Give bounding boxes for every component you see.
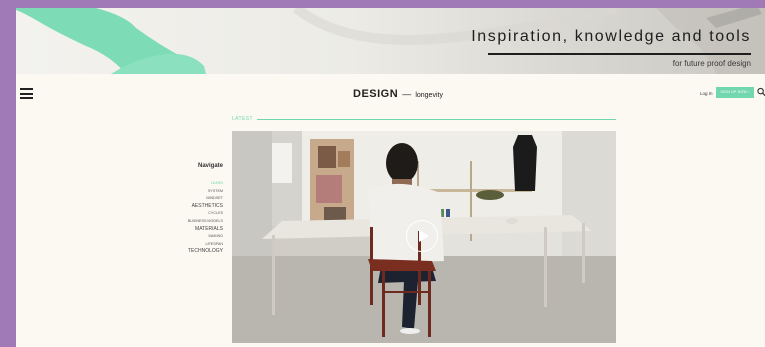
play-icon[interactable] bbox=[406, 220, 438, 252]
site-logo[interactable]: DESIGN — longevity bbox=[353, 88, 443, 100]
login-link[interactable]: Log In bbox=[700, 91, 713, 96]
nav-item-materials[interactable]: MATERIALS bbox=[136, 226, 223, 234]
nav-item-technology[interactable]: TECHNOLOGY bbox=[136, 248, 223, 256]
banner-title: Inspiration, knowledge and tools bbox=[471, 28, 751, 45]
hero-banner: Inspiration, knowledge and tools for fut… bbox=[16, 8, 765, 74]
latest-heading: LATEST bbox=[232, 116, 253, 122]
search-icon[interactable] bbox=[757, 87, 765, 97]
nav-item-system[interactable]: SYSTEM bbox=[136, 188, 223, 196]
nav-item-aesthetics[interactable]: AESTHETICS bbox=[136, 203, 223, 211]
nav-item-lifespan[interactable]: LIFESPAN bbox=[136, 241, 223, 249]
logo-sub-text: longevity bbox=[415, 92, 443, 99]
featured-video[interactable] bbox=[232, 131, 616, 343]
signup-button[interactable]: SIGN UP NOW › bbox=[716, 87, 754, 98]
nav-item-cycles[interactable]: CYCLES bbox=[136, 210, 223, 218]
latest-divider bbox=[257, 119, 616, 120]
site-header: DESIGN — longevity Log In SIGN UP NOW › bbox=[16, 74, 765, 114]
banner-subtitle: for future proof design bbox=[672, 59, 751, 68]
nav-item-business-models[interactable]: BUSINESS MODELS bbox=[136, 218, 223, 226]
navigate-title: Navigate bbox=[197, 163, 223, 169]
hamburger-icon[interactable] bbox=[20, 88, 33, 99]
nav-item-making[interactable]: MAKING bbox=[136, 233, 223, 241]
banner-divider bbox=[488, 53, 751, 55]
navigate-menu: LEARN SYSTEM MINDSET AESTHETICS CYCLES B… bbox=[136, 180, 223, 256]
page: Inspiration, knowledge and tools for fut… bbox=[16, 8, 765, 347]
logo-dash: — bbox=[402, 89, 412, 99]
logo-main-text: DESIGN bbox=[353, 88, 399, 100]
nav-item-learn[interactable]: LEARN bbox=[136, 180, 223, 188]
nav-item-mindset[interactable]: MINDSET bbox=[136, 195, 223, 203]
